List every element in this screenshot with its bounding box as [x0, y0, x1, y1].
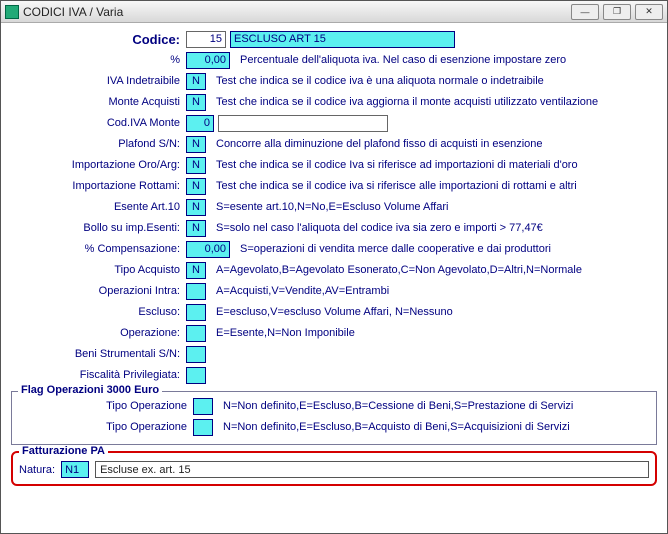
natura-label: Natura: — [19, 464, 55, 476]
field-label: Tipo Operazione — [18, 400, 193, 412]
form-row: %0,00 Percentuale dell'aliquota iva. Nel … — [11, 50, 657, 70]
close-button[interactable]: ✕ — [635, 4, 663, 20]
form-row: Operazioni Intra: A=Acquisti,V=Vendite,AV… — [11, 281, 657, 301]
field-input[interactable]: 0,00 — [186, 52, 230, 69]
form-row: Esente Art.10N S=esente art.10,N=No,E=Esc… — [11, 197, 657, 217]
field-label: Importazione Oro/Arg: — [11, 159, 186, 171]
field-hint: Test che indica se il codice iva si rife… — [216, 180, 657, 192]
field-label: Operazioni Intra: — [11, 285, 186, 297]
maximize-button[interactable]: ❐ — [603, 4, 631, 20]
field-input[interactable] — [186, 304, 206, 321]
field-input[interactable]: N — [186, 262, 206, 279]
form-row: Cod.IVA Monte0 — [11, 113, 657, 133]
field-label: Plafond S/N: — [11, 138, 186, 150]
group-3000-euro: Flag Operazioni 3000 Euro Tipo Operazion… — [11, 391, 657, 445]
window: CODICI IVA / Varia — ❐ ✕ Codice: 15 ESCL… — [0, 0, 668, 534]
form-row: Tipo Operazione N=Non definito,E=Escluso,… — [18, 417, 650, 437]
form-row: IVA IndetraibileN Test che indica se il c… — [11, 71, 657, 91]
field-hint: Test che indica se il codice iva aggiorn… — [216, 96, 657, 108]
group-3000-legend: Flag Operazioni 3000 Euro — [18, 384, 162, 396]
codice-label: Codice: — [11, 32, 186, 47]
field-label: Cod.IVA Monte — [11, 117, 186, 129]
codice-input[interactable]: 15 — [186, 31, 226, 48]
field-hint: S=solo nel caso l'aliquota del codice iv… — [216, 222, 657, 234]
form-row: % Compensazione:0,00 S=operazioni di vend… — [11, 239, 657, 259]
field-label: Bollo su imp.Esenti: — [11, 222, 186, 234]
form-row: Tipo AcquistoN A=Agevolato,B=Agevolato Es… — [11, 260, 657, 280]
field-label: IVA Indetraibile — [11, 75, 186, 87]
field-label: Esente Art.10 — [11, 201, 186, 213]
field-input[interactable] — [186, 367, 206, 384]
field-hint: A=Agevolato,B=Agevolato Esonerato,C=Non … — [216, 264, 657, 276]
field-input[interactable] — [193, 419, 213, 436]
field-label: Tipo Operazione — [18, 421, 193, 433]
field-input[interactable] — [186, 346, 206, 363]
field-input[interactable]: N — [186, 220, 206, 237]
field-input[interactable]: N — [186, 199, 206, 216]
field-input[interactable]: 0 — [186, 115, 214, 132]
field-hint: A=Acquisti,V=Vendite,AV=Entrambi — [216, 285, 657, 297]
field-hint: Concorre alla diminuzione del plafond fi… — [216, 138, 657, 150]
form-row: Escluso: E=escluso,V=escluso Volume Affar… — [11, 302, 657, 322]
fattpa-legend: Fatturazione PA — [19, 445, 108, 457]
field-hint: S=operazioni di vendita merce dalle coop… — [240, 243, 657, 255]
form-row: Beni Strumentali S/N: — [11, 344, 657, 364]
field-label: Monte Acquisti — [11, 96, 186, 108]
content: Codice: 15 ESCLUSO ART 15 %0,00Percentua… — [1, 23, 667, 494]
field-hint: Test che indica se il codice Iva si rife… — [216, 159, 657, 171]
group-fatturazione-pa: Fatturazione PA Natura: N1 Escluse ex. a… — [11, 451, 657, 486]
field-label: Operazione: — [11, 327, 186, 339]
form-row: Monte AcquistiN Test che indica se il cod… — [11, 92, 657, 112]
field-input[interactable]: N — [186, 136, 206, 153]
field-hint: N=Non definito,E=Escluso,B=Acquisto di B… — [223, 421, 650, 433]
field-hint: N=Non definito,E=Escluso,B=Cessione di B… — [223, 400, 650, 412]
field-label: % Compensazione: — [11, 243, 186, 255]
form-row: Importazione Rottami:N Test che indica se… — [11, 176, 657, 196]
field-input[interactable]: N — [186, 73, 206, 90]
field-hint: Test che indica se il codice iva è una a… — [216, 75, 657, 87]
field-label: % — [11, 54, 186, 66]
field-label: Fiscalità Privilegiata: — [11, 369, 186, 381]
codice-desc-input[interactable]: ESCLUSO ART 15 — [230, 31, 455, 48]
field-input[interactable]: N — [186, 157, 206, 174]
form-row: Plafond S/N:N Concorre alla diminuzione d… — [11, 134, 657, 154]
field-input[interactable] — [186, 283, 206, 300]
natura-desc-input[interactable]: Escluse ex. art. 15 — [95, 461, 649, 478]
field-label: Escluso: — [11, 306, 186, 318]
field-extra-input[interactable] — [218, 115, 388, 132]
titlebar: CODICI IVA / Varia — ❐ ✕ — [1, 1, 667, 23]
app-icon — [5, 5, 19, 19]
form-row: Tipo Operazione N=Non definito,E=Escluso,… — [18, 396, 650, 416]
field-input[interactable]: N — [186, 178, 206, 195]
field-hint: Percentuale dell'aliquota iva. Nel caso … — [240, 54, 657, 66]
form-row: Importazione Oro/Arg:N Test che indica se… — [11, 155, 657, 175]
field-hint: E=escluso,V=escluso Volume Affari, N=Nes… — [216, 306, 657, 318]
codice-row: Codice: 15 ESCLUSO ART 15 — [11, 29, 657, 49]
field-input[interactable]: 0,00 — [186, 241, 230, 258]
field-input[interactable] — [193, 398, 213, 415]
field-label: Importazione Rottami: — [11, 180, 186, 192]
form-row: Fiscalità Privilegiata: — [11, 365, 657, 385]
window-controls: — ❐ ✕ — [571, 4, 663, 20]
window-title: CODICI IVA / Varia — [23, 5, 571, 19]
form-row: Operazione: E=Esente,N=Non Imponibile — [11, 323, 657, 343]
minimize-button[interactable]: — — [571, 4, 599, 20]
field-hint: E=Esente,N=Non Imponibile — [216, 327, 657, 339]
field-label: Tipo Acquisto — [11, 264, 186, 276]
field-input[interactable] — [186, 325, 206, 342]
field-label: Beni Strumentali S/N: — [11, 348, 186, 360]
natura-code-input[interactable]: N1 — [61, 461, 89, 478]
field-input[interactable]: N — [186, 94, 206, 111]
field-hint: S=esente art.10,N=No,E=Escluso Volume Af… — [216, 201, 657, 213]
form-row: Bollo su imp.Esenti:N S=solo nel caso l'a… — [11, 218, 657, 238]
